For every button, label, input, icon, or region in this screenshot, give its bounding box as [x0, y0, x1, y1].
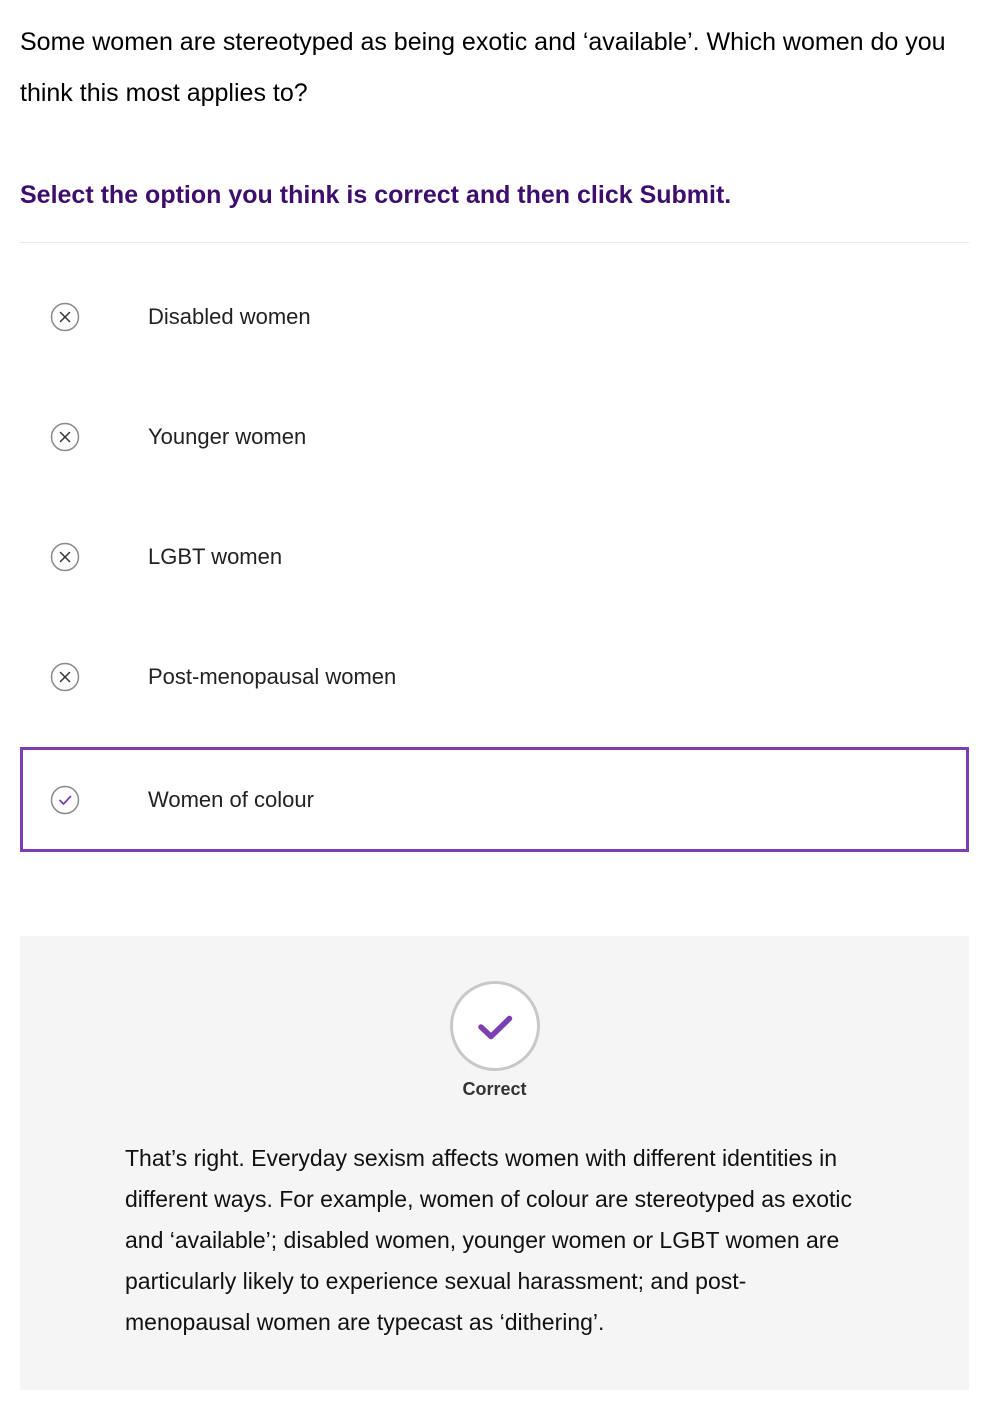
feedback-panel: Correct That’s right. Everyday sexism af… [20, 936, 969, 1390]
cross-circle-icon [50, 302, 80, 332]
option-younger-women[interactable]: Younger women [20, 377, 969, 482]
option-label: Women of colour [148, 786, 314, 812]
option-lgbt-women[interactable]: LGBT women [20, 497, 969, 602]
cross-circle-icon [50, 542, 80, 572]
option-label: Disabled women [148, 304, 311, 330]
question-text: Some women are stereotyped as being exot… [20, 28, 946, 107]
check-circle-icon [450, 981, 540, 1071]
option-label: Post-menopausal women [148, 664, 397, 690]
feedback-status: Correct [462, 1079, 527, 1099]
option-women-of-colour[interactable]: Women of colour [20, 747, 969, 852]
cross-circle-icon [50, 422, 80, 452]
check-circle-icon [50, 785, 80, 815]
option-post-menopausal-women[interactable]: Post-menopausal women [20, 617, 969, 722]
option-label: LGBT women [148, 544, 283, 570]
option-label: Younger women [148, 424, 307, 450]
cross-circle-icon [50, 662, 80, 692]
divider [20, 242, 969, 243]
option-disabled-women[interactable]: Disabled women [20, 257, 969, 362]
feedback-text: That’s right. Everyday sexism affects wo… [125, 1145, 852, 1335]
instruction-text: Select the option you think is correct a… [20, 181, 732, 209]
